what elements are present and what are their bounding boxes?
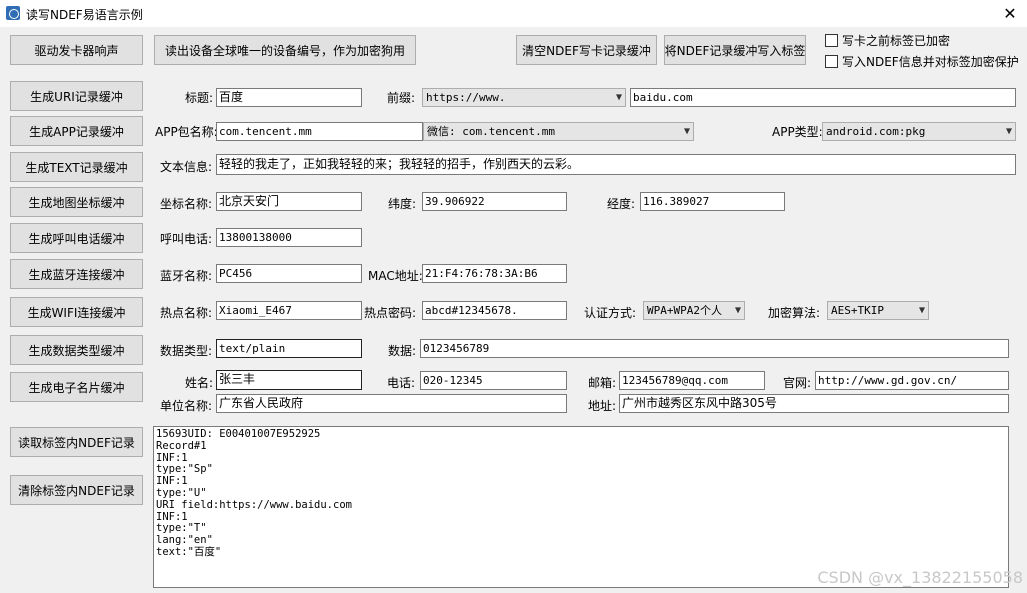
vcard-addr-input[interactable]: 广州市越秀区东风中路305号 bbox=[619, 394, 1009, 413]
encrypted-checkbox[interactable]: 写卡之前标签已加密 bbox=[825, 32, 950, 49]
checkbox-box[interactable] bbox=[825, 34, 838, 47]
bt-name-label: 蓝牙名称: bbox=[160, 269, 213, 283]
chevron-down-icon: ▼ bbox=[734, 305, 741, 316]
data-type-label: 数据类型: bbox=[160, 344, 213, 358]
chevron-down-icon: ▼ bbox=[1005, 126, 1012, 137]
wifi-auth-label: 认证方式: bbox=[584, 306, 637, 320]
map-lon-input[interactable]: 116.389027 bbox=[640, 192, 785, 211]
gen-wifi-button[interactable]: 生成WIFI连接缓冲 bbox=[10, 297, 143, 327]
map-name-input[interactable]: 北京天安门 bbox=[216, 192, 362, 211]
gen-app-button[interactable]: 生成APP记录缓冲 bbox=[10, 116, 143, 146]
output-textarea[interactable]: 15693UID: E00401007E952925 Record#1 INF:… bbox=[153, 426, 1009, 588]
map-lon-label: 经度: bbox=[607, 197, 636, 211]
checkbox-box[interactable] bbox=[825, 55, 838, 68]
uri-url-input[interactable]: baidu.com bbox=[630, 88, 1016, 107]
gen-map-button[interactable]: 生成地图坐标缓冲 bbox=[10, 187, 143, 217]
output-line: text:"百度" bbox=[156, 545, 222, 558]
wifi-pwd-label: 热点密码: bbox=[364, 306, 417, 320]
data-input[interactable]: 0123456789 bbox=[420, 339, 1009, 358]
wifi-pwd-input[interactable]: abcd#12345678. bbox=[422, 301, 567, 320]
output-line: 15693UID: E00401007E952925 bbox=[156, 428, 321, 440]
clear-buffer-button[interactable]: 清空NDEF写卡记录缓冲 bbox=[516, 35, 657, 65]
write-buffer-button[interactable]: 将NDEF记录缓冲写入标签 bbox=[664, 35, 806, 65]
chevron-down-icon: ▼ bbox=[683, 126, 690, 137]
map-lat-label: 纬度: bbox=[388, 197, 417, 211]
gen-data-button[interactable]: 生成数据类型缓冲 bbox=[10, 335, 143, 365]
data-type-input[interactable]: text/plain bbox=[216, 339, 362, 358]
vcard-email-input[interactable]: 123456789@qq.com bbox=[619, 371, 765, 390]
output-line: Record#1 bbox=[156, 439, 207, 452]
chevron-down-icon: ▼ bbox=[918, 305, 925, 316]
app-type-label: APP类型: bbox=[772, 125, 823, 139]
chevron-down-icon: ▼ bbox=[615, 92, 622, 103]
map-lat-input[interactable]: 39.906922 bbox=[422, 192, 567, 211]
window-title: 读写NDEF易语言示例 bbox=[26, 8, 143, 22]
gen-text-button[interactable]: 生成TEXT记录缓冲 bbox=[10, 152, 143, 182]
app-preset-value: 微信: com.tencent.mm bbox=[427, 125, 555, 138]
call-label: 呼叫电话: bbox=[160, 232, 213, 246]
output-line: type:"U" bbox=[156, 486, 207, 499]
bt-mac-label: MAC地址: bbox=[368, 269, 423, 283]
output-line: lang:"en" bbox=[156, 534, 213, 547]
app-preset-select[interactable]: 微信: com.tencent.mm ▼ bbox=[423, 122, 694, 141]
app-pkg-label: APP包名称: bbox=[155, 125, 218, 139]
close-icon[interactable]: ✕ bbox=[993, 0, 1027, 27]
text-label: 文本信息: bbox=[160, 160, 213, 174]
output-line: INF:1 bbox=[156, 475, 188, 488]
bt-mac-input[interactable]: 21:F4:76:78:3A:B6 bbox=[422, 264, 567, 283]
output-line: type:"Sp" bbox=[156, 463, 213, 476]
vcard-email-label: 邮箱: bbox=[588, 376, 617, 390]
vcard-web-input[interactable]: http://www.gd.gov.cn/ bbox=[815, 371, 1009, 390]
uri-prefix-select[interactable]: https://www. ▼ bbox=[422, 88, 626, 107]
vcard-name-input[interactable]: 张三丰 bbox=[216, 370, 362, 390]
read-uid-button[interactable]: 读出设备全球唯一的设备编号，作为加密狗用 bbox=[154, 35, 416, 65]
vcard-phone-label: 电话: bbox=[387, 376, 416, 390]
gen-vcard-button[interactable]: 生成电子名片缓冲 bbox=[10, 372, 143, 402]
output-line: INF:1 bbox=[156, 451, 188, 464]
title-bar: 读写NDEF易语言示例 ✕ bbox=[0, 0, 1027, 27]
vcard-org-input[interactable]: 广东省人民政府 bbox=[216, 394, 567, 413]
wifi-auth-value: WPA+WPA2个人 bbox=[647, 304, 722, 317]
uri-prefix-value: https://www. bbox=[426, 91, 506, 104]
app-type-value: android.com:pkg bbox=[826, 125, 926, 138]
vcard-addr-label: 地址: bbox=[588, 399, 617, 413]
uri-title-input[interactable]: 百度 bbox=[216, 88, 362, 107]
output-line: type:"T" bbox=[156, 522, 207, 535]
app-pkg-input[interactable]: com.tencent.mm bbox=[216, 122, 423, 141]
wifi-enc-select[interactable]: AES+TKIP ▼ bbox=[827, 301, 929, 320]
data-label: 数据: bbox=[388, 344, 417, 358]
gen-call-button[interactable]: 生成呼叫电话缓冲 bbox=[10, 223, 143, 253]
wifi-enc-label: 加密算法: bbox=[768, 306, 821, 320]
read-ndef-button[interactable]: 读取标签内NDEF记录 bbox=[10, 427, 143, 457]
bt-name-input[interactable]: PC456 bbox=[216, 264, 362, 283]
gen-bt-button[interactable]: 生成蓝牙连接缓冲 bbox=[10, 259, 143, 289]
wifi-enc-value: AES+TKIP bbox=[831, 304, 884, 317]
call-input[interactable]: 13800138000 bbox=[216, 228, 362, 247]
output-line: URI field:https://www.baidu.com bbox=[156, 498, 352, 511]
checkbox-label: 写卡之前标签已加密 bbox=[842, 34, 951, 48]
vcard-web-label: 官网: bbox=[783, 376, 812, 390]
beep-button[interactable]: 驱动发卡器响声 bbox=[10, 35, 143, 65]
uri-title-label: 标题: bbox=[185, 91, 214, 105]
checkbox-label: 写入NDEF信息并对标签加密保护 bbox=[842, 55, 1019, 69]
app-type-select[interactable]: android.com:pkg ▼ bbox=[822, 122, 1016, 141]
app-icon bbox=[6, 6, 20, 20]
clear-ndef-button[interactable]: 清除标签内NDEF记录 bbox=[10, 475, 143, 505]
text-input[interactable]: 轻轻的我走了，正如我轻轻的来；我轻轻的招手，作别西天的云彩。 bbox=[216, 154, 1016, 175]
gen-uri-button[interactable]: 生成URI记录缓冲 bbox=[10, 81, 143, 111]
watermark: CSDN @vx_13822155058 bbox=[817, 568, 1023, 587]
vcard-phone-input[interactable]: 020-12345 bbox=[420, 371, 567, 390]
vcard-org-label: 单位名称: bbox=[160, 399, 213, 413]
protect-checkbox[interactable]: 写入NDEF信息并对标签加密保护 bbox=[825, 53, 1019, 70]
uri-prefix-label: 前缀: bbox=[387, 91, 416, 105]
wifi-ssid-label: 热点名称: bbox=[160, 306, 213, 320]
vcard-name-label: 姓名: bbox=[185, 376, 214, 390]
output-line: INF:1 bbox=[156, 510, 188, 523]
wifi-auth-select[interactable]: WPA+WPA2个人 ▼ bbox=[643, 301, 745, 320]
wifi-ssid-input[interactable]: Xiaomi_E467 bbox=[216, 301, 362, 320]
map-name-label: 坐标名称: bbox=[160, 197, 213, 211]
